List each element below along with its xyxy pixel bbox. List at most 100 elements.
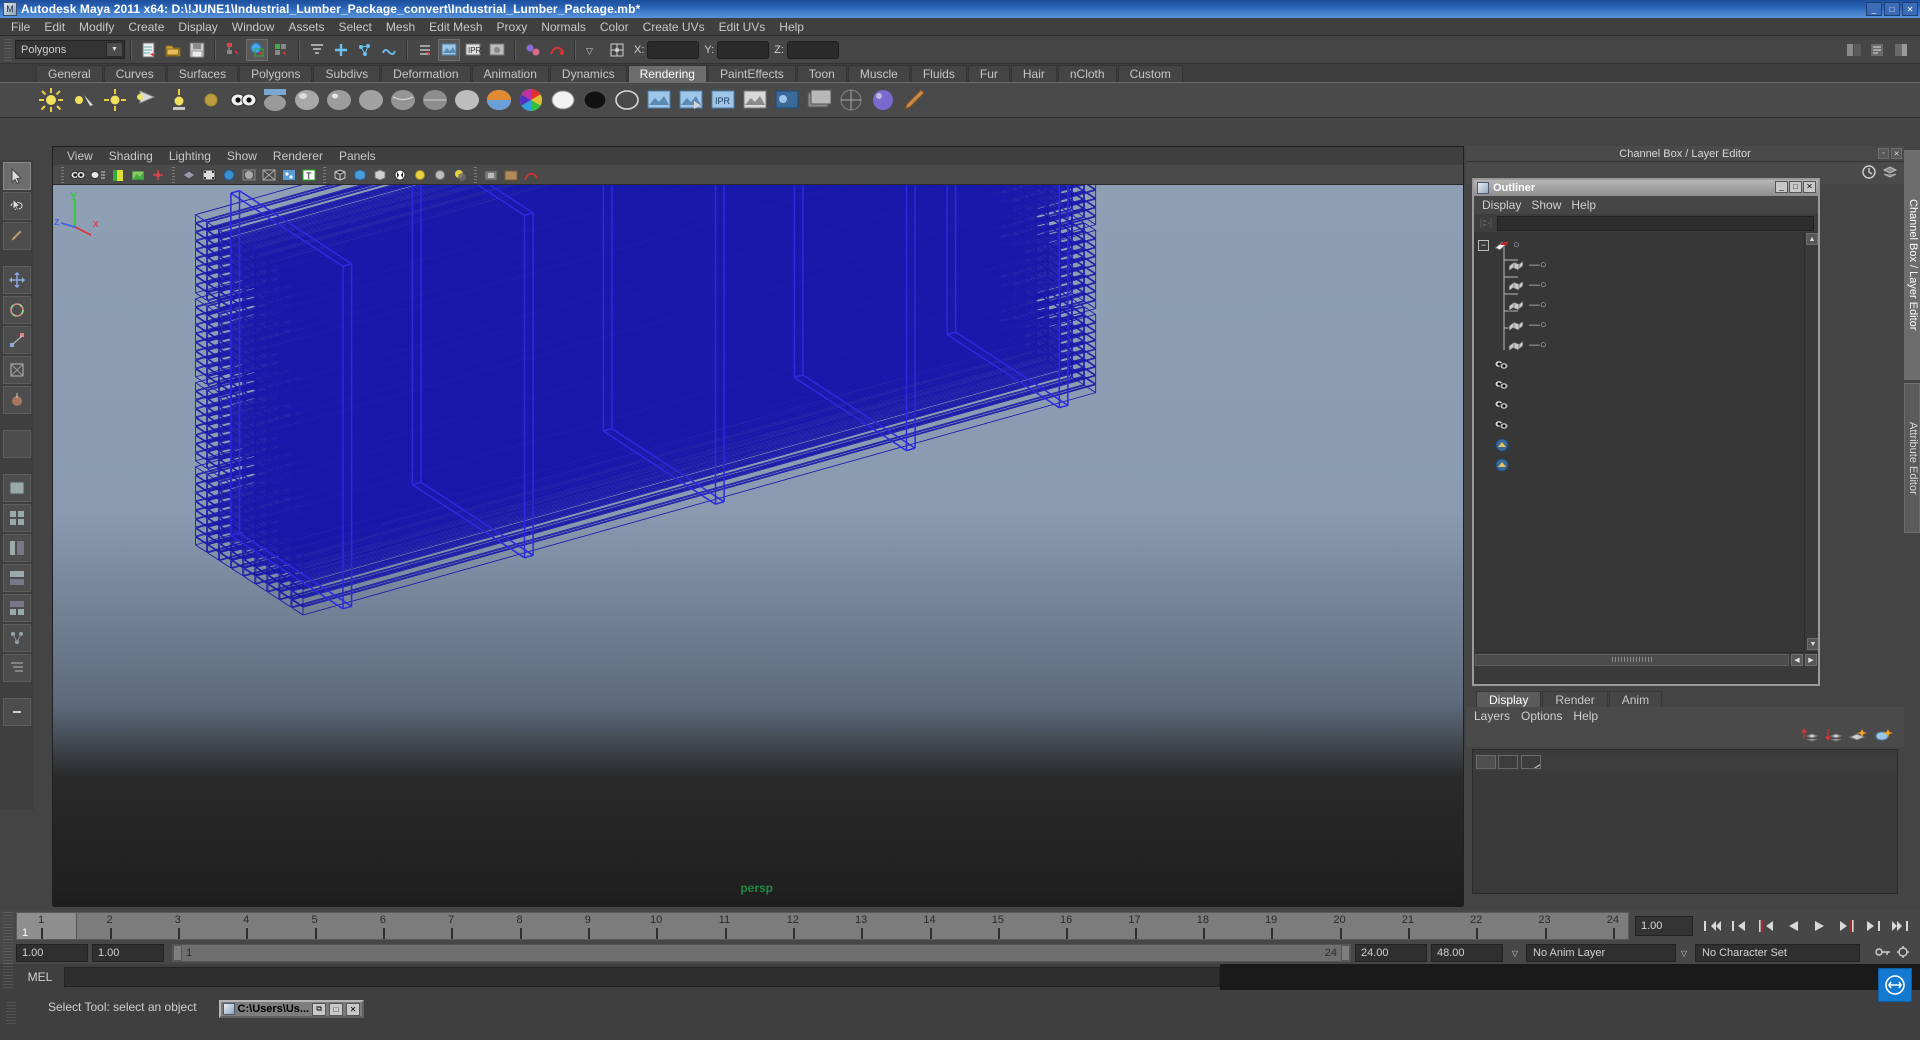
side-tab-channel-box[interactable]: Channel Box / Layer Editor xyxy=(1904,150,1920,380)
absolute-relative-transform-toggle[interactable]: ▽ xyxy=(582,39,604,61)
ipr-render-icon[interactable]: IPR xyxy=(708,85,738,115)
snap-points-button[interactable] xyxy=(354,39,376,61)
scroll-down-arrow[interactable]: ▼ xyxy=(1807,638,1818,650)
outliner-row[interactable]: − ○ xyxy=(1474,235,1818,255)
x-field[interactable] xyxy=(647,40,700,59)
area-light-icon[interactable] xyxy=(164,85,194,115)
toolbar-grip[interactable] xyxy=(4,38,12,61)
close-button[interactable]: ✕ xyxy=(1902,2,1918,16)
outliner-row[interactable] xyxy=(1474,415,1818,435)
isolate-select-icon[interactable] xyxy=(482,166,500,184)
layer-editor-tab-display[interactable]: Display xyxy=(1476,691,1542,707)
hypergraph-layout-button[interactable] xyxy=(3,624,31,652)
viewport-menu-view[interactable]: View xyxy=(59,148,101,164)
create-new-layer-icon[interactable] xyxy=(1848,727,1868,746)
camera-icon[interactable] xyxy=(228,85,258,115)
grid-toggle-icon[interactable] xyxy=(180,166,198,184)
outliner-menu-display[interactable]: Display xyxy=(1482,198,1531,212)
go-to-start-button[interactable] xyxy=(1701,916,1723,936)
outliner-search-input[interactable] xyxy=(1497,215,1814,231)
range-end-field[interactable]: 24.00 xyxy=(1355,944,1427,962)
two-d-pan-zoom-icon[interactable] xyxy=(149,166,167,184)
menu-item-proxy[interactable]: Proxy xyxy=(490,19,535,35)
menu-item-edit-uvs[interactable]: Edit UVs xyxy=(712,19,773,35)
z-field[interactable] xyxy=(786,40,839,59)
outliner-menu-show[interactable]: Show xyxy=(1531,198,1571,212)
shelf-tab-ncloth[interactable]: nCloth xyxy=(1057,65,1117,82)
scroll-up-arrow[interactable]: ▲ xyxy=(1806,233,1818,245)
menu-item-help[interactable]: Help xyxy=(772,19,811,35)
render-current-frame-button[interactable] xyxy=(438,38,460,61)
menu-item-modify[interactable]: Modify xyxy=(72,19,121,35)
outliner-row[interactable]: —○ xyxy=(1474,315,1818,335)
layer-playback-toggle[interactable] xyxy=(1498,755,1518,769)
layer-editor-menu-help[interactable]: Help xyxy=(1573,709,1609,723)
move-tool-button[interactable] xyxy=(3,266,31,294)
use-default-lighting-icon[interactable] xyxy=(411,166,429,184)
layer-visibility-toggle[interactable] xyxy=(1476,755,1496,769)
persp-graph-layout-button[interactable] xyxy=(3,564,31,592)
outliner-row[interactable]: —○ xyxy=(1474,295,1818,315)
outliner-row[interactable]: —○ xyxy=(1474,255,1818,275)
time-slider-grip[interactable] xyxy=(3,912,13,940)
outliner-row[interactable]: —○ xyxy=(1474,335,1818,355)
shelf-tab-surfaces[interactable]: Surfaces xyxy=(166,65,239,82)
menu-item-create-uvs[interactable]: Create UVs xyxy=(636,19,712,35)
camera-attributes-icon[interactable] xyxy=(89,166,107,184)
outliner-row[interactable] xyxy=(1474,455,1818,475)
save-scene-button[interactable] xyxy=(186,39,208,61)
layer-editor-tab-render[interactable]: Render xyxy=(1542,691,1608,707)
text-icon[interactable]: T xyxy=(300,166,318,184)
taskbar-restore-button[interactable]: ⧉ xyxy=(312,1002,327,1016)
shelf-tab-fur[interactable]: Fur xyxy=(967,65,1010,82)
rotate-tool-button[interactable] xyxy=(3,296,31,324)
surface-shader-icon[interactable] xyxy=(548,85,578,115)
shader-ball-icon[interactable] xyxy=(868,85,898,115)
select-by-object-type-button[interactable] xyxy=(246,38,268,61)
batch-render-icon[interactable] xyxy=(676,85,706,115)
menu-item-create[interactable]: Create xyxy=(121,19,171,35)
open-scene-button[interactable] xyxy=(162,39,184,61)
smooth-shade-selected-icon[interactable] xyxy=(371,166,389,184)
render-layer-icon[interactable] xyxy=(804,85,834,115)
outliner-tree[interactable]: − ○ —○ —○ —○ —○ —○ ▲ ▼ xyxy=(1474,232,1818,652)
command-line-grip[interactable] xyxy=(3,963,13,991)
taskbar-close-button[interactable]: ✕ xyxy=(346,1002,361,1016)
y-field[interactable] xyxy=(717,40,770,59)
create-layer-from-selected-icon[interactable] xyxy=(1874,727,1894,746)
viewport-menu-panels[interactable]: Panels xyxy=(331,148,384,164)
snap-curves-button[interactable] xyxy=(330,39,352,61)
layers-menu-icon[interactable] xyxy=(1882,164,1898,183)
range-left-handle[interactable] xyxy=(173,945,182,961)
menu-set-dropdown[interactable]: Polygons ▼ xyxy=(15,40,125,59)
outliner-filter-icon[interactable] xyxy=(1478,216,1494,230)
hscroll-left-arrow[interactable]: ◀ xyxy=(1791,653,1803,666)
menu-item-edit[interactable]: Edit xyxy=(37,19,72,35)
shelf-tab-curves[interactable]: Curves xyxy=(103,65,166,82)
viewport-menu-lighting[interactable]: Lighting xyxy=(161,148,219,164)
layer-row[interactable] xyxy=(1473,753,1897,771)
use-background-icon[interactable] xyxy=(580,85,610,115)
menu-item-normals[interactable]: Normals xyxy=(534,19,593,35)
outliner-row[interactable] xyxy=(1474,375,1818,395)
animation-start-field[interactable]: 1.00 xyxy=(16,944,88,962)
viewport-menu-show[interactable]: Show xyxy=(219,148,265,164)
wireframe-shading-icon[interactable] xyxy=(331,166,349,184)
outliner-close-button[interactable]: ✕ xyxy=(1803,181,1816,193)
film-gate-icon[interactable] xyxy=(200,166,218,184)
animation-preferences-button[interactable] xyxy=(1892,944,1914,963)
ramp-shader-icon[interactable] xyxy=(452,85,482,115)
step-forward-frame-button[interactable] xyxy=(1836,916,1858,936)
gate-mask-icon[interactable] xyxy=(240,166,258,184)
command-line-input[interactable] xyxy=(64,967,1220,987)
outliner-row[interactable] xyxy=(1474,395,1818,415)
lasso-tool-button[interactable] xyxy=(3,192,31,220)
layer-editor-tab-anim[interactable]: Anim xyxy=(1608,691,1663,707)
phonge-material-icon[interactable] xyxy=(356,85,386,115)
channels-menu-icon[interactable] xyxy=(1861,164,1877,183)
expand-collapse-toggle[interactable]: − xyxy=(1478,239,1489,251)
ipr-render-button[interactable]: IPR xyxy=(462,39,484,61)
outliner-horizontal-scrollbar[interactable]: ◀ ▶ xyxy=(1474,652,1818,666)
maximize-button[interactable]: □ xyxy=(1884,2,1900,16)
channel-box-restore-button[interactable]: ▫ xyxy=(1878,148,1889,159)
